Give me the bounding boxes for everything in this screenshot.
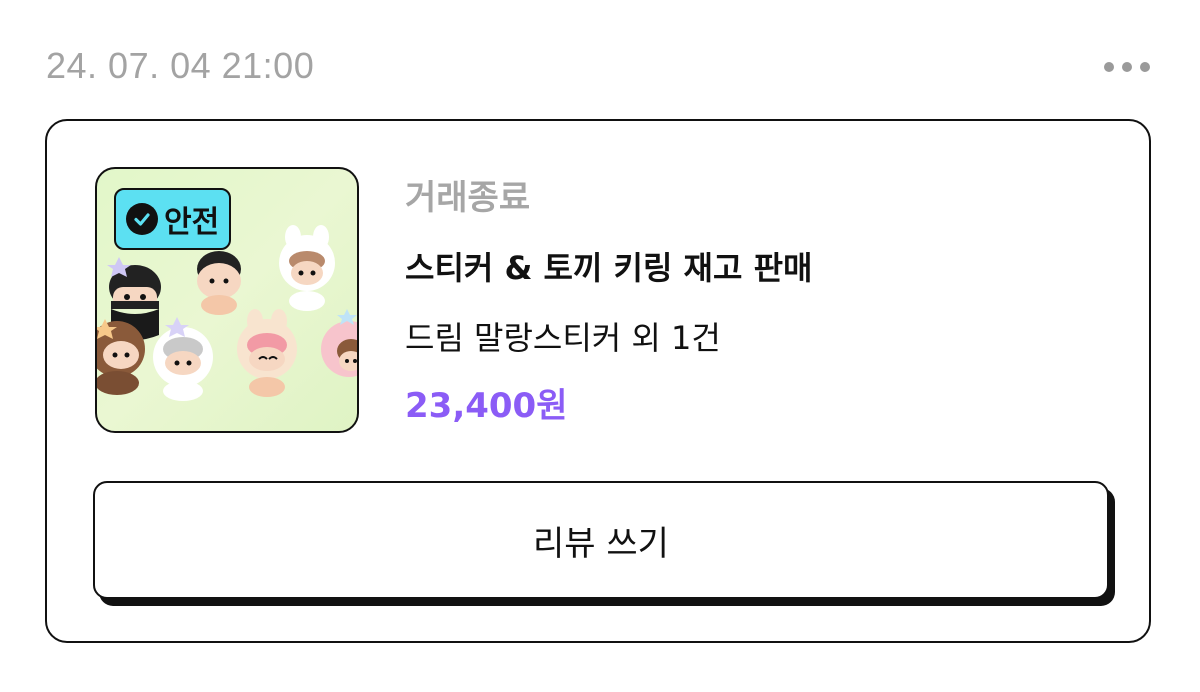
order-header: 24. 07. 04 21:00: [46, 40, 1156, 94]
more-horizontal-icon: [1104, 62, 1114, 72]
safe-badge-label: 안전: [164, 205, 220, 240]
order-info: 거래종료 스티커 & 토끼 키링 재고 판매 드림 말랑스티커 외 1건 23,…: [405, 171, 1105, 433]
more-options-button[interactable]: [1104, 52, 1150, 82]
order-status: 거래종료: [405, 178, 531, 218]
safe-badge: 안전: [114, 188, 232, 250]
order-price: 23,400원: [405, 386, 568, 426]
order-card[interactable]: 안전 거래종료 스티커 & 토끼 키링 재고 판매 드림 말랑스티커 외 1건 …: [45, 119, 1151, 643]
order-date: 24. 07. 04 21:00: [46, 45, 315, 86]
items-summary: 드림 말랑스티커 외 1건: [405, 319, 721, 357]
product-title[interactable]: 스티커 & 토끼 키링 재고 판매: [405, 241, 1105, 295]
check-circle-icon: [126, 203, 158, 235]
write-review-button[interactable]: 리뷰 쓰기: [93, 481, 1109, 599]
